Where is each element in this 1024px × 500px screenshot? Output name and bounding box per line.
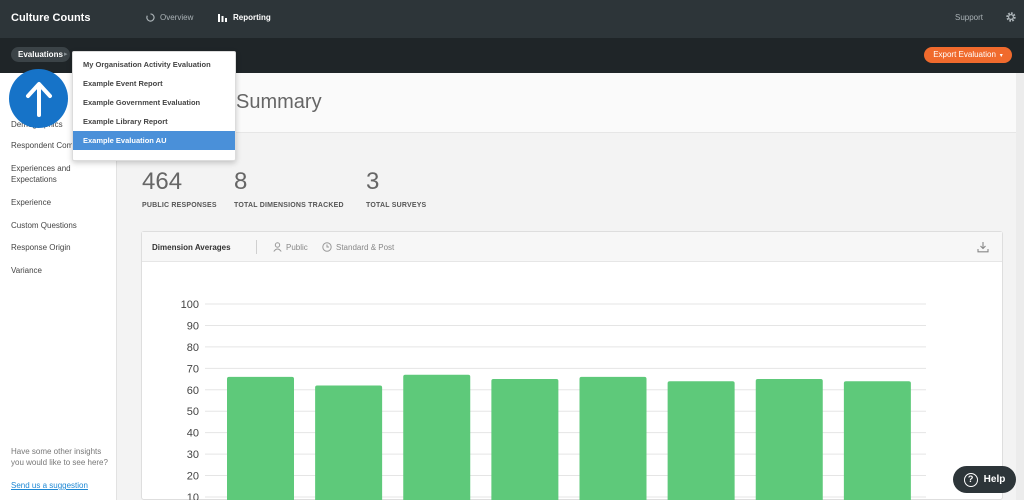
- top-nav-bar: Culture Counts Overview Reporting Suppor…: [0, 0, 1024, 38]
- gear-icon[interactable]: [1005, 11, 1017, 23]
- bar-8[interactable]: [843, 381, 911, 500]
- bar-5[interactable]: [579, 376, 647, 500]
- dropdown-item-example-government-evaluation[interactable]: Example Government Evaluation: [73, 93, 235, 112]
- y-tick-label: 60: [187, 385, 199, 397]
- stat-value: 3: [366, 168, 380, 195]
- y-tick-label: 30: [187, 449, 199, 461]
- loading-circle-icon: [146, 13, 155, 22]
- y-tick-label: 10: [187, 492, 199, 500]
- question-icon: ?: [963, 472, 978, 487]
- card-title: Dimension Averages: [152, 243, 231, 252]
- page-scrollbar[interactable]: [1016, 73, 1024, 500]
- bar-6[interactable]: [667, 381, 735, 500]
- dropdown-item-my-organisation-activity[interactable]: My Organisation Activity Evaluation: [73, 55, 235, 74]
- y-tick-label: 70: [187, 363, 199, 375]
- breadcrumb-evaluations[interactable]: Evaluations: [11, 47, 70, 62]
- y-tick-label: 80: [187, 342, 199, 354]
- bar-4[interactable]: [491, 379, 559, 500]
- nav-reporting[interactable]: Reporting: [218, 13, 271, 22]
- sidebar-item-experience[interactable]: Experience: [11, 197, 111, 208]
- sidebar-item-experiences-expectations[interactable]: Experiences and Expectations: [11, 163, 111, 185]
- stat-value: 464: [142, 168, 183, 195]
- support-link[interactable]: Support: [955, 13, 983, 22]
- stat-total-surveys: 3 TOTAL SURVEYS: [366, 168, 426, 209]
- stat-dimensions-tracked: 8 TOTAL DIMENSIONS TRACKED: [234, 168, 344, 209]
- clock-icon: [322, 242, 332, 252]
- stat-value: 8: [234, 168, 248, 195]
- filter-public[interactable]: Public: [273, 242, 308, 252]
- nav-overview-label: Overview: [160, 13, 194, 22]
- person-icon: [273, 242, 282, 252]
- y-tick-label: 20: [187, 471, 199, 483]
- scroll-up-button[interactable]: [9, 69, 68, 128]
- dropdown-item-example-library-report[interactable]: Example Library Report: [73, 112, 235, 131]
- dropdown-item-example-evaluation-au[interactable]: Example Evaluation AU: [73, 131, 235, 150]
- stat-public-responses: 464 PUBLIC RESPONSES: [142, 168, 217, 209]
- filter-standard-post-label: Standard & Post: [336, 242, 395, 252]
- export-evaluation-button[interactable]: Export Evaluation ▾: [924, 47, 1012, 63]
- card-header: Dimension Averages Public Standard & Pos…: [142, 232, 1002, 262]
- sidebar-item-custom-questions[interactable]: Custom Questions: [11, 220, 111, 231]
- help-label: Help: [983, 474, 1006, 485]
- send-suggestion-link[interactable]: Send us a suggestion: [11, 481, 88, 490]
- dropdown-item-example-event-report[interactable]: Example Event Report: [73, 74, 235, 93]
- help-button[interactable]: ? Help: [953, 466, 1016, 493]
- bar-2[interactable]: [315, 385, 383, 500]
- filter-standard-post[interactable]: Standard & Post: [322, 242, 394, 252]
- sidebar-item-variance[interactable]: Variance: [11, 265, 111, 276]
- filter-public-label: Public: [286, 242, 308, 252]
- divider: [256, 240, 257, 254]
- bar-3[interactable]: [403, 374, 471, 500]
- bar-chart-icon: [218, 14, 227, 22]
- nav-reporting-label: Reporting: [233, 13, 271, 22]
- export-evaluation-label: Export Evaluation: [933, 50, 996, 59]
- download-icon[interactable]: [977, 241, 989, 253]
- y-tick-label: 50: [187, 406, 199, 418]
- page-title: Summary: [236, 91, 322, 113]
- stat-label: PUBLIC RESPONSES: [142, 202, 217, 209]
- chevron-right-icon: ▸: [64, 51, 68, 58]
- dimension-averages-chart: 10 20 30 40 50 60 70 80 90 100: [181, 299, 926, 500]
- y-tick-label: 100: [181, 299, 199, 311]
- sidebar-item-response-origin[interactable]: Response Origin: [11, 242, 111, 253]
- bar-1[interactable]: [227, 376, 294, 500]
- stat-label: TOTAL DIMENSIONS TRACKED: [234, 202, 344, 209]
- arrow-up-icon: [25, 81, 52, 117]
- caret-down-icon: ▾: [998, 53, 1003, 59]
- suggestion-prompt: Have some other insights you would like …: [11, 447, 108, 467]
- y-tick-label: 90: [187, 320, 199, 332]
- bar-7[interactable]: [755, 379, 823, 500]
- stat-label: TOTAL SURVEYS: [366, 202, 427, 209]
- nav-overview[interactable]: Overview: [146, 13, 193, 22]
- app-title[interactable]: Culture Counts: [11, 12, 90, 24]
- y-tick-label: 40: [187, 428, 199, 440]
- evaluation-dropdown-menu: My Organisation Activity Evaluation Exam…: [72, 51, 236, 161]
